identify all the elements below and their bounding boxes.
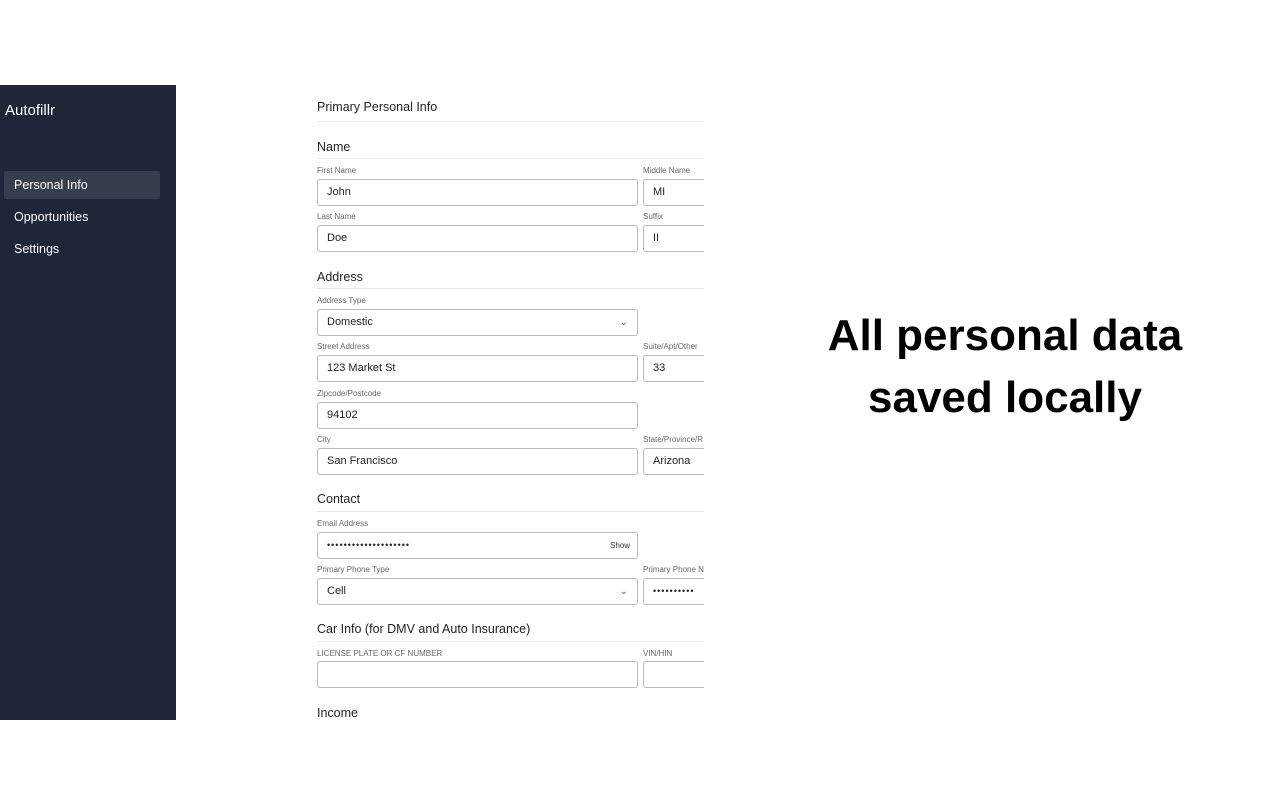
street-address-input[interactable]: 123 Market St	[317, 355, 638, 382]
section-address-heading: Address	[317, 270, 363, 284]
middle-name-input[interactable]: MI	[643, 179, 704, 206]
phone-type-label: Primary Phone Type	[317, 565, 390, 574]
city-label: City	[317, 435, 331, 444]
tagline-line-1: All personal data	[827, 311, 1183, 360]
divider	[317, 511, 704, 512]
section-income-heading: Income	[317, 706, 358, 720]
divider	[317, 158, 704, 159]
divider	[317, 288, 704, 289]
app-logo: Autofillr	[5, 102, 56, 119]
vin-input[interactable]	[643, 661, 704, 688]
page-title: Primary Personal Info	[317, 100, 438, 114]
personal-info-form: Primary Personal Info Name First Name Mi…	[317, 85, 704, 730]
sidebar: Autofillr Personal Info Opportunities Se…	[0, 85, 176, 720]
sidebar-item-personal-info[interactable]: Personal Info	[4, 171, 160, 199]
address-type-value: Domestic	[327, 316, 373, 328]
divider	[317, 641, 704, 642]
phone-type-select[interactable]: Cell ⌄	[317, 578, 638, 605]
zipcode-input[interactable]: 94102	[317, 402, 638, 429]
section-car-heading: Car Info (for DMV and Auto Insurance)	[317, 622, 531, 636]
license-plate-input[interactable]	[317, 661, 638, 688]
suite-label: Suite/Apt/Other	[643, 342, 698, 351]
address-type-select[interactable]: Domestic ⌄	[317, 309, 638, 336]
phone-masked-value: ••••••••••	[653, 586, 695, 596]
state-label: State/Province/R	[643, 435, 704, 444]
chevron-down-icon: ⌄	[619, 586, 628, 597]
section-contact-heading: Contact	[317, 492, 361, 506]
last-name-label: Last Name	[317, 212, 356, 221]
email-input[interactable]: •••••••••••••••••••• Show	[317, 532, 638, 559]
license-plate-label: LICENSE PLATE OR CF NUMBER	[317, 649, 443, 658]
section-name-heading: Name	[317, 140, 351, 154]
suite-input[interactable]: 33	[643, 355, 704, 382]
show-email-button[interactable]: Show	[610, 533, 630, 558]
last-name-input[interactable]: Doe	[317, 225, 638, 252]
first-name-input[interactable]: John	[317, 179, 638, 206]
phone-number-input[interactable]: ••••••••••	[643, 578, 704, 605]
zipcode-label: Zipcode/Postcode	[317, 389, 382, 398]
street-address-label: Street Address	[317, 342, 370, 351]
vin-label: VIN/HIN	[643, 649, 673, 658]
sidebar-item-settings[interactable]: Settings	[4, 235, 160, 263]
sidebar-item-opportunities[interactable]: Opportunities	[4, 203, 160, 231]
middle-name-label: Middle Name	[643, 166, 691, 175]
tagline: All personal data saved locally	[800, 305, 1210, 429]
divider	[317, 121, 704, 122]
suffix-label: Suffix	[643, 212, 663, 221]
phone-number-label: Primary Phone N	[643, 565, 704, 574]
state-input[interactable]: Arizona	[643, 448, 704, 475]
first-name-label: First Name	[317, 166, 357, 175]
city-input[interactable]: San Francisco	[317, 448, 638, 475]
chevron-down-icon: ⌄	[619, 317, 628, 328]
tagline-line-2: saved locally	[868, 373, 1142, 422]
email-masked-value: ••••••••••••••••••••	[327, 540, 411, 550]
suffix-input[interactable]: II	[643, 225, 704, 252]
address-type-label: Address Type	[317, 296, 366, 305]
phone-type-value: Cell	[327, 585, 346, 597]
email-label: Email Address	[317, 519, 369, 528]
